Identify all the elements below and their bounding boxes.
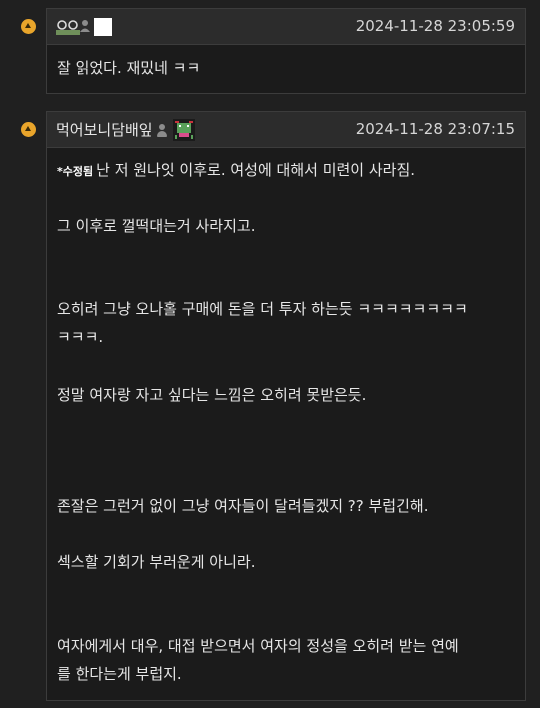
comment-timestamp: 2024-11-28 23:05:59 xyxy=(355,17,515,35)
reply-bullet-icon xyxy=(21,19,36,34)
comment-line: 를 한다는게 부럽지. xyxy=(57,665,182,683)
comment-header: 2024-11-28 23:05:59 xyxy=(47,9,525,45)
comment-line: 존잘은 그런거 없이 그냥 여자들이 달려들겠지 ?? 부럽긴해. xyxy=(57,497,429,515)
comment-header: 먹어보니담배잎 2024-11-28 23:07:15 xyxy=(47,112,525,148)
gallery-nick-icon xyxy=(94,17,112,36)
comment-line: 섹스할 기회가 부러운게 아니라. xyxy=(57,553,256,571)
comment-line: *수정됨 난 저 원나잇 이후로. 여성에 대해서 미련이 사라짐. xyxy=(57,158,513,184)
comment-timestamp: 2024-11-28 23:07:15 xyxy=(355,120,515,138)
comment-line: 그 이후로 껄떡대는거 사라지고. xyxy=(57,217,256,235)
edited-tag: *수정됨 xyxy=(57,165,94,178)
comment-line-text: 난 저 원나잇 이후로. 여성에 대해서 미련이 사라짐. xyxy=(96,161,416,179)
comment-line: 정말 여자랑 자고 싶다는 느낌은 오히려 못받은듯. xyxy=(57,386,367,404)
comment-text: 잘 읽었다. 재밌네 ㅋㅋ xyxy=(57,59,201,77)
fixed-nick-icon xyxy=(172,118,195,141)
comment-author[interactable] xyxy=(56,9,112,44)
reply-bullet-icon xyxy=(21,122,36,137)
comment: 2024-11-28 23:05:59 잘 읽었다. 재밌네 ㅋㅋ xyxy=(46,8,526,94)
comment-author[interactable]: 먹어보니담배잎 xyxy=(56,112,195,147)
user-icon xyxy=(56,19,90,35)
comment-line: ㅋㅋㅋ. xyxy=(57,328,104,346)
comment-line: 여자에게서 대우, 대접 받으면서 여자의 정성을 오히려 받는 연예 xyxy=(57,637,459,655)
comment: 먹어보니담배잎 2024-11-28 23:07:15 *수정됨 난 저 원나잇 … xyxy=(46,111,526,701)
comment-line: 오히려 그냥 오나홀 구매에 돈을 더 투자 하는듯 ㅋㅋㅋㅋㅋㅋㅋㅋ xyxy=(57,300,468,318)
user-icon xyxy=(155,122,169,138)
comment-nickname: 먹어보니담배잎 xyxy=(56,121,153,139)
